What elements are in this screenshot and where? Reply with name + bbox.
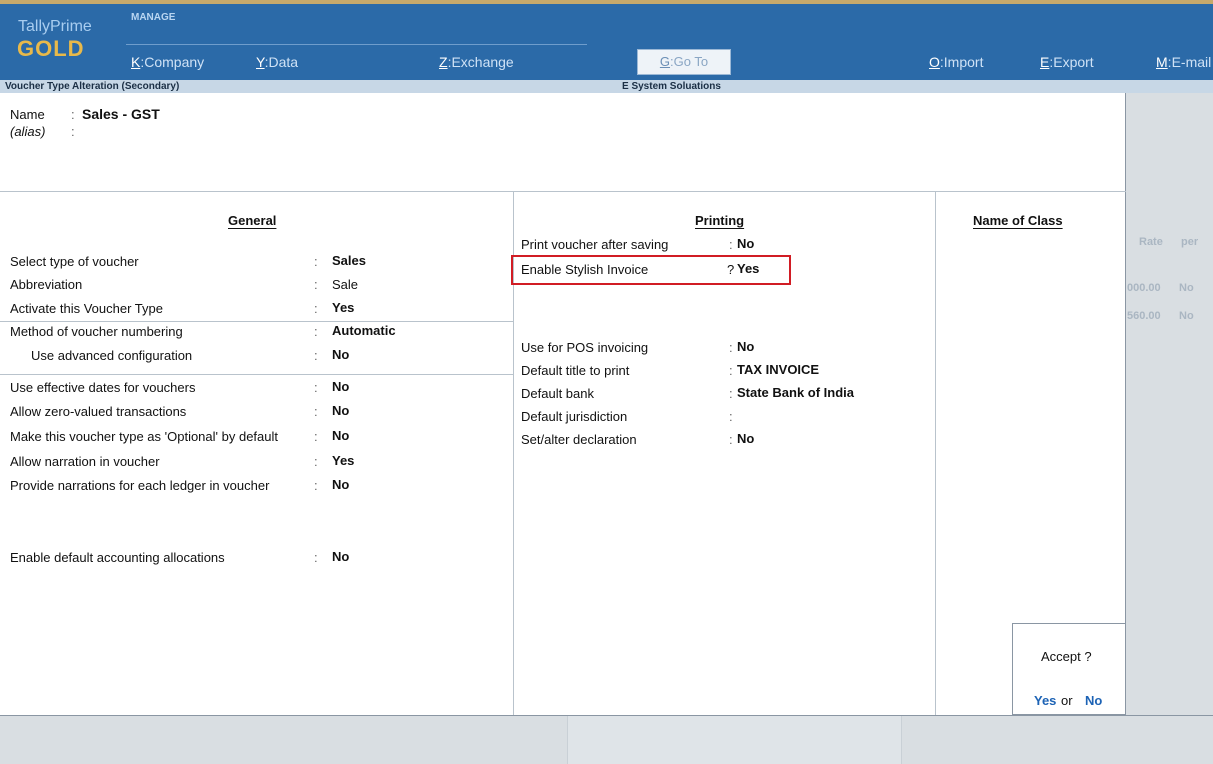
optional-default-field[interactable]: No [332,428,349,443]
field-label: Set/alter declaration [521,432,637,447]
field-label: Default title to print [521,363,630,378]
separator: : [314,478,318,493]
menu-data[interactable]: Y:Data [256,54,298,70]
separator: : [729,237,733,252]
stylish-invoice-field[interactable]: Yes [737,261,759,276]
name-field[interactable]: Sales - GST [82,106,160,122]
menu-export[interactable]: E:Export [1040,54,1094,70]
menu-email[interactable]: M:E-mail [1156,54,1211,70]
accept-or-text: or [1061,693,1073,708]
print-after-save-field[interactable]: No [737,236,754,251]
field-label: Print voucher after saving [521,237,669,252]
separator: : [729,363,733,378]
separator: : [314,277,318,292]
accept-yes-button[interactable]: Yes [1034,693,1056,708]
app-edition: GOLD [17,36,85,61]
ghost-per-value: No [1179,282,1194,294]
separator: : [314,380,318,395]
menu-company[interactable]: K:Company [131,54,204,70]
field-label: Allow narration in voucher [10,454,160,469]
field-label: Select type of voucher [10,254,139,269]
separator: : [729,386,733,401]
pos-invoicing-field[interactable]: No [737,339,754,354]
separator: : [314,254,318,269]
printing-heading: Printing [695,213,745,228]
manage-section-label: MANAGE [131,12,176,23]
field-label: Allow zero-valued transactions [10,404,187,419]
separator: : [314,454,318,469]
advanced-config-field[interactable]: No [332,347,349,362]
field-label: Use for POS invoicing [521,340,649,355]
separator: : [729,432,733,447]
menu-import[interactable]: O:Import [929,54,983,70]
separator: : [729,340,733,355]
screen-title: Voucher Type Alteration (Secondary) [5,81,180,92]
ghost-rate-header: Rate [1139,236,1163,248]
separator: : [314,429,318,444]
separator: : [729,409,733,424]
general-heading: General [228,213,277,228]
field-label: Default bank [521,386,594,401]
alias-label: (alias) [10,124,46,139]
numbering-method-field[interactable]: Automatic [332,323,396,338]
separator: : [71,124,75,139]
field-label: Use advanced configuration [31,348,193,363]
field-label: Default jurisdiction [521,409,628,424]
field-label: Use effective dates for vouchers [10,380,196,395]
field-label: Enable Stylish Invoice [521,262,649,277]
default-title-field[interactable]: TAX INVOICE [737,362,819,377]
ghost-rate-value: 560.00 [1127,310,1161,322]
section-divider [0,191,1126,192]
field-label: Make this voucher type as 'Optional' by … [10,429,278,444]
effective-dates-field[interactable]: No [332,379,349,394]
default-bank-field[interactable]: State Bank of India [737,385,854,400]
field-label: Activate this Voucher Type [10,301,163,316]
background-panel [1126,93,1213,715]
menu-goto[interactable]: G:Go To [637,49,731,75]
separator: : [314,348,318,363]
accept-question: Accept ? [1041,649,1092,664]
prompt-marker: ? [727,262,735,277]
ghost-rate-value: 000.00 [1127,282,1161,294]
ghost-per-value: No [1179,310,1194,322]
company-name: E System Soluations [622,81,721,92]
ghost-per-header: per [1181,236,1199,248]
title-strip: Voucher Type Alteration (Secondary) E Sy… [0,80,1213,93]
menu-exchange[interactable]: Z:Exchange [439,54,514,70]
ledger-narration-field[interactable]: No [332,477,349,492]
zero-valued-field[interactable]: No [332,403,349,418]
voucher-type-field[interactable]: Sales [332,253,366,268]
field-label: Provide narrations for each ledger in vo… [10,478,270,493]
accounting-allocations-field[interactable]: No [332,549,349,564]
class-heading: Name of Class [973,213,1063,228]
field-label: Abbreviation [10,277,83,292]
background-footer-panel [567,716,902,764]
separator: : [71,107,75,122]
declaration-field[interactable]: No [737,431,754,446]
narration-field[interactable]: Yes [332,453,354,468]
separator: : [314,550,318,565]
field-label: Method of voucher numbering [10,324,183,339]
activate-field[interactable]: Yes [332,300,354,315]
app-name: TallyPrime [18,18,92,35]
group-divider [0,321,513,322]
accept-no-button[interactable]: No [1085,693,1102,708]
field-label: Enable default accounting allocations [10,550,225,565]
separator: : [314,301,318,316]
name-label: Name [10,107,45,122]
column-divider [935,191,936,715]
abbreviation-field[interactable]: Sale [332,277,358,292]
manage-divider [126,44,587,45]
separator: : [314,404,318,419]
group-divider [0,374,513,375]
separator: : [314,324,318,339]
